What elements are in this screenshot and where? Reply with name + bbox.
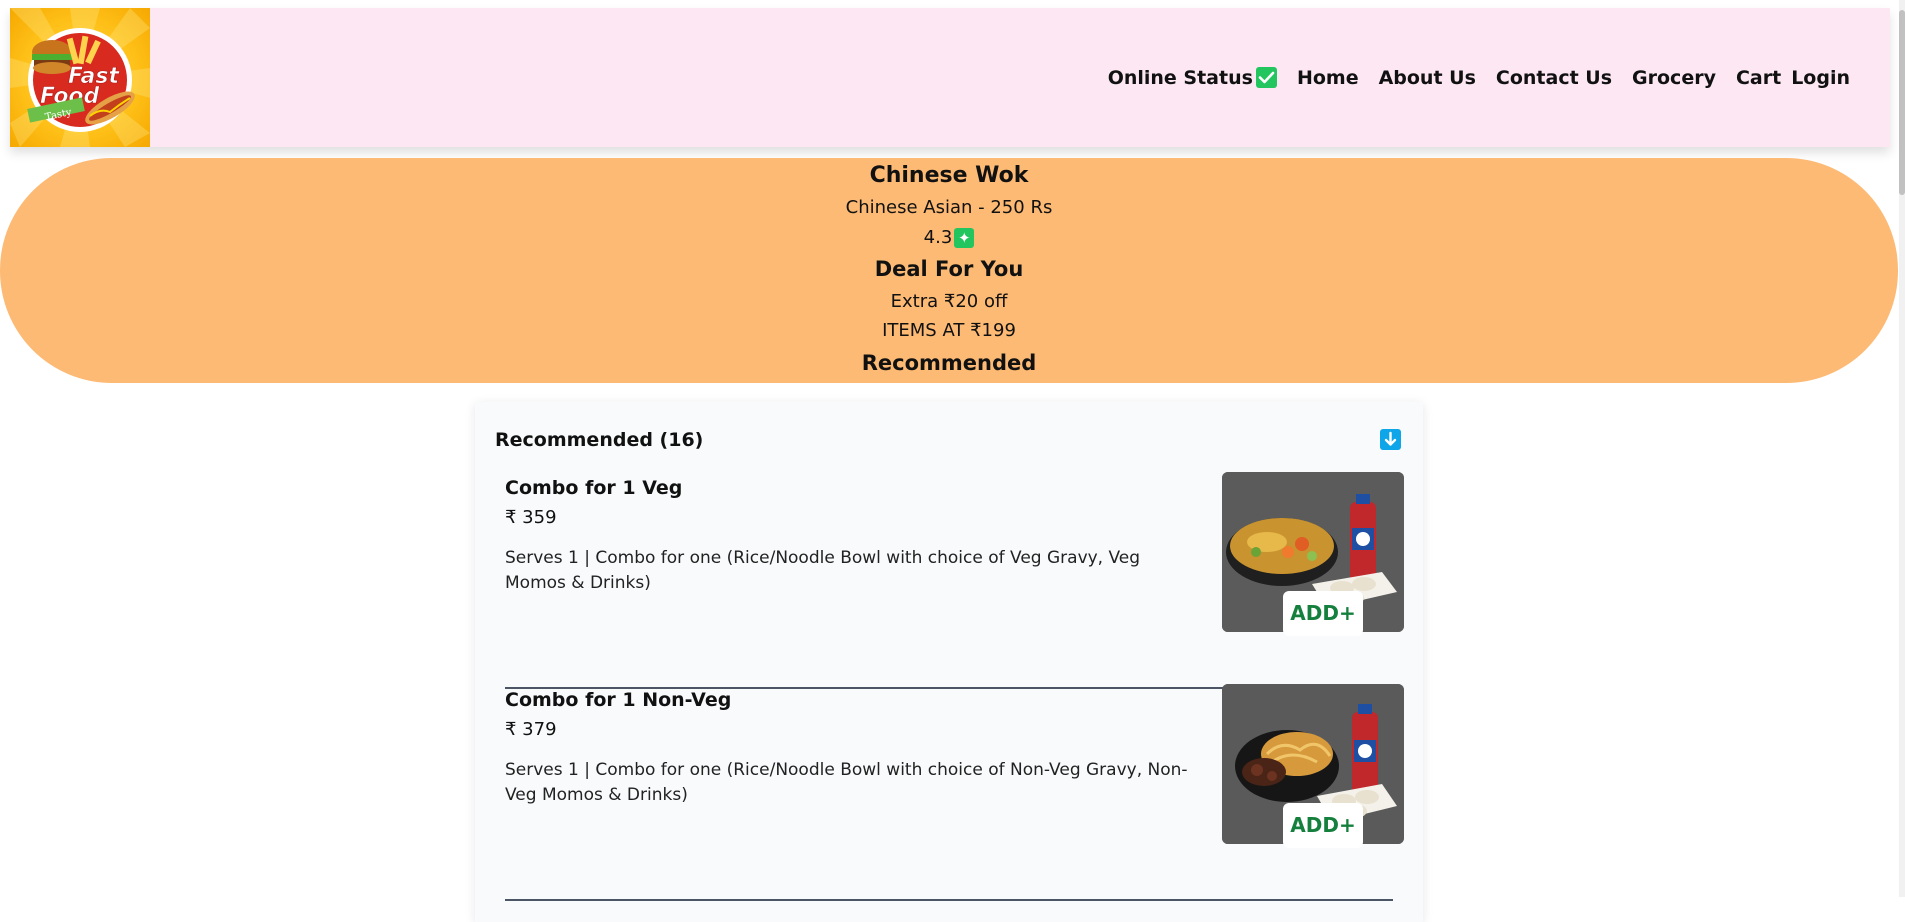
add-to-cart-button[interactable]: ADD+ — [1283, 591, 1363, 636]
page-scrollbar[interactable] — [1899, 0, 1905, 897]
section-title: Recommended — [861, 351, 1037, 375]
deal-items-at: ITEMS AT ₹199 — [882, 320, 1016, 341]
nav-cart[interactable]: Cart — [1736, 67, 1781, 89]
menu-item: Combo for 1 Non-Veg ₹ 379 Serves 1 | Com… — [505, 684, 1404, 901]
fast-food-logo-icon: Fast Food Tasty — [10, 8, 150, 147]
item-price: ₹ 359 — [505, 507, 557, 528]
restaurant-cuisine-price: Chinese Asian - 250 Rs — [845, 197, 1053, 218]
scrollbar-thumb[interactable] — [1899, 10, 1905, 195]
arrow-down-icon[interactable] — [1380, 429, 1401, 450]
menu-category-accordion: Recommended (16) Combo for 1 Veg ₹ 359 S… — [475, 402, 1423, 922]
item-name: Combo for 1 Veg — [505, 477, 683, 499]
item-description: Serves 1 | Combo for one (Rice/Noodle Bo… — [505, 548, 1141, 593]
restaurant-name: Chinese Wok — [869, 163, 1029, 188]
brand-logo[interactable]: Fast Food Tasty — [10, 8, 150, 147]
deal-title: Deal For You — [874, 257, 1024, 281]
deal-extra-off: Extra ₹20 off — [890, 291, 1008, 312]
restaurant-info-banner: Chinese Wok Chinese Asian - 250 Rs 4.3 ✦… — [0, 158, 1898, 383]
category-title[interactable]: Recommended (16) — [495, 429, 703, 451]
menu-item: Combo for 1 Veg ₹ 359 Serves 1 | Combo f… — [505, 472, 1404, 689]
restaurant-rating: 4.3 ✦ — [0, 227, 1898, 248]
main-nav: Online Status Home About Us Contact Us G… — [1108, 67, 1850, 89]
site-header: Fast Food Tasty Online Status Home About… — [10, 8, 1890, 147]
online-status: Online Status — [1108, 67, 1277, 89]
login-button[interactable]: Login — [1791, 67, 1850, 89]
check-icon — [1255, 67, 1277, 88]
item-price: ₹ 379 — [505, 719, 557, 740]
nav-contact-us[interactable]: Contact Us — [1496, 67, 1612, 89]
add-to-cart-button[interactable]: ADD+ — [1283, 803, 1363, 848]
rating-value: 4.3 — [923, 227, 953, 248]
nav-about-us[interactable]: About Us — [1379, 67, 1476, 89]
item-description: Serves 1 | Combo for one (Rice/Noodle Bo… — [505, 760, 1188, 805]
nav-grocery[interactable]: Grocery — [1632, 67, 1716, 89]
nav-home[interactable]: Home — [1297, 67, 1359, 89]
online-status-label: Online Status — [1107, 66, 1253, 89]
item-name: Combo for 1 Non-Veg — [505, 689, 732, 711]
sparkle-star-icon: ✦ — [954, 227, 975, 248]
